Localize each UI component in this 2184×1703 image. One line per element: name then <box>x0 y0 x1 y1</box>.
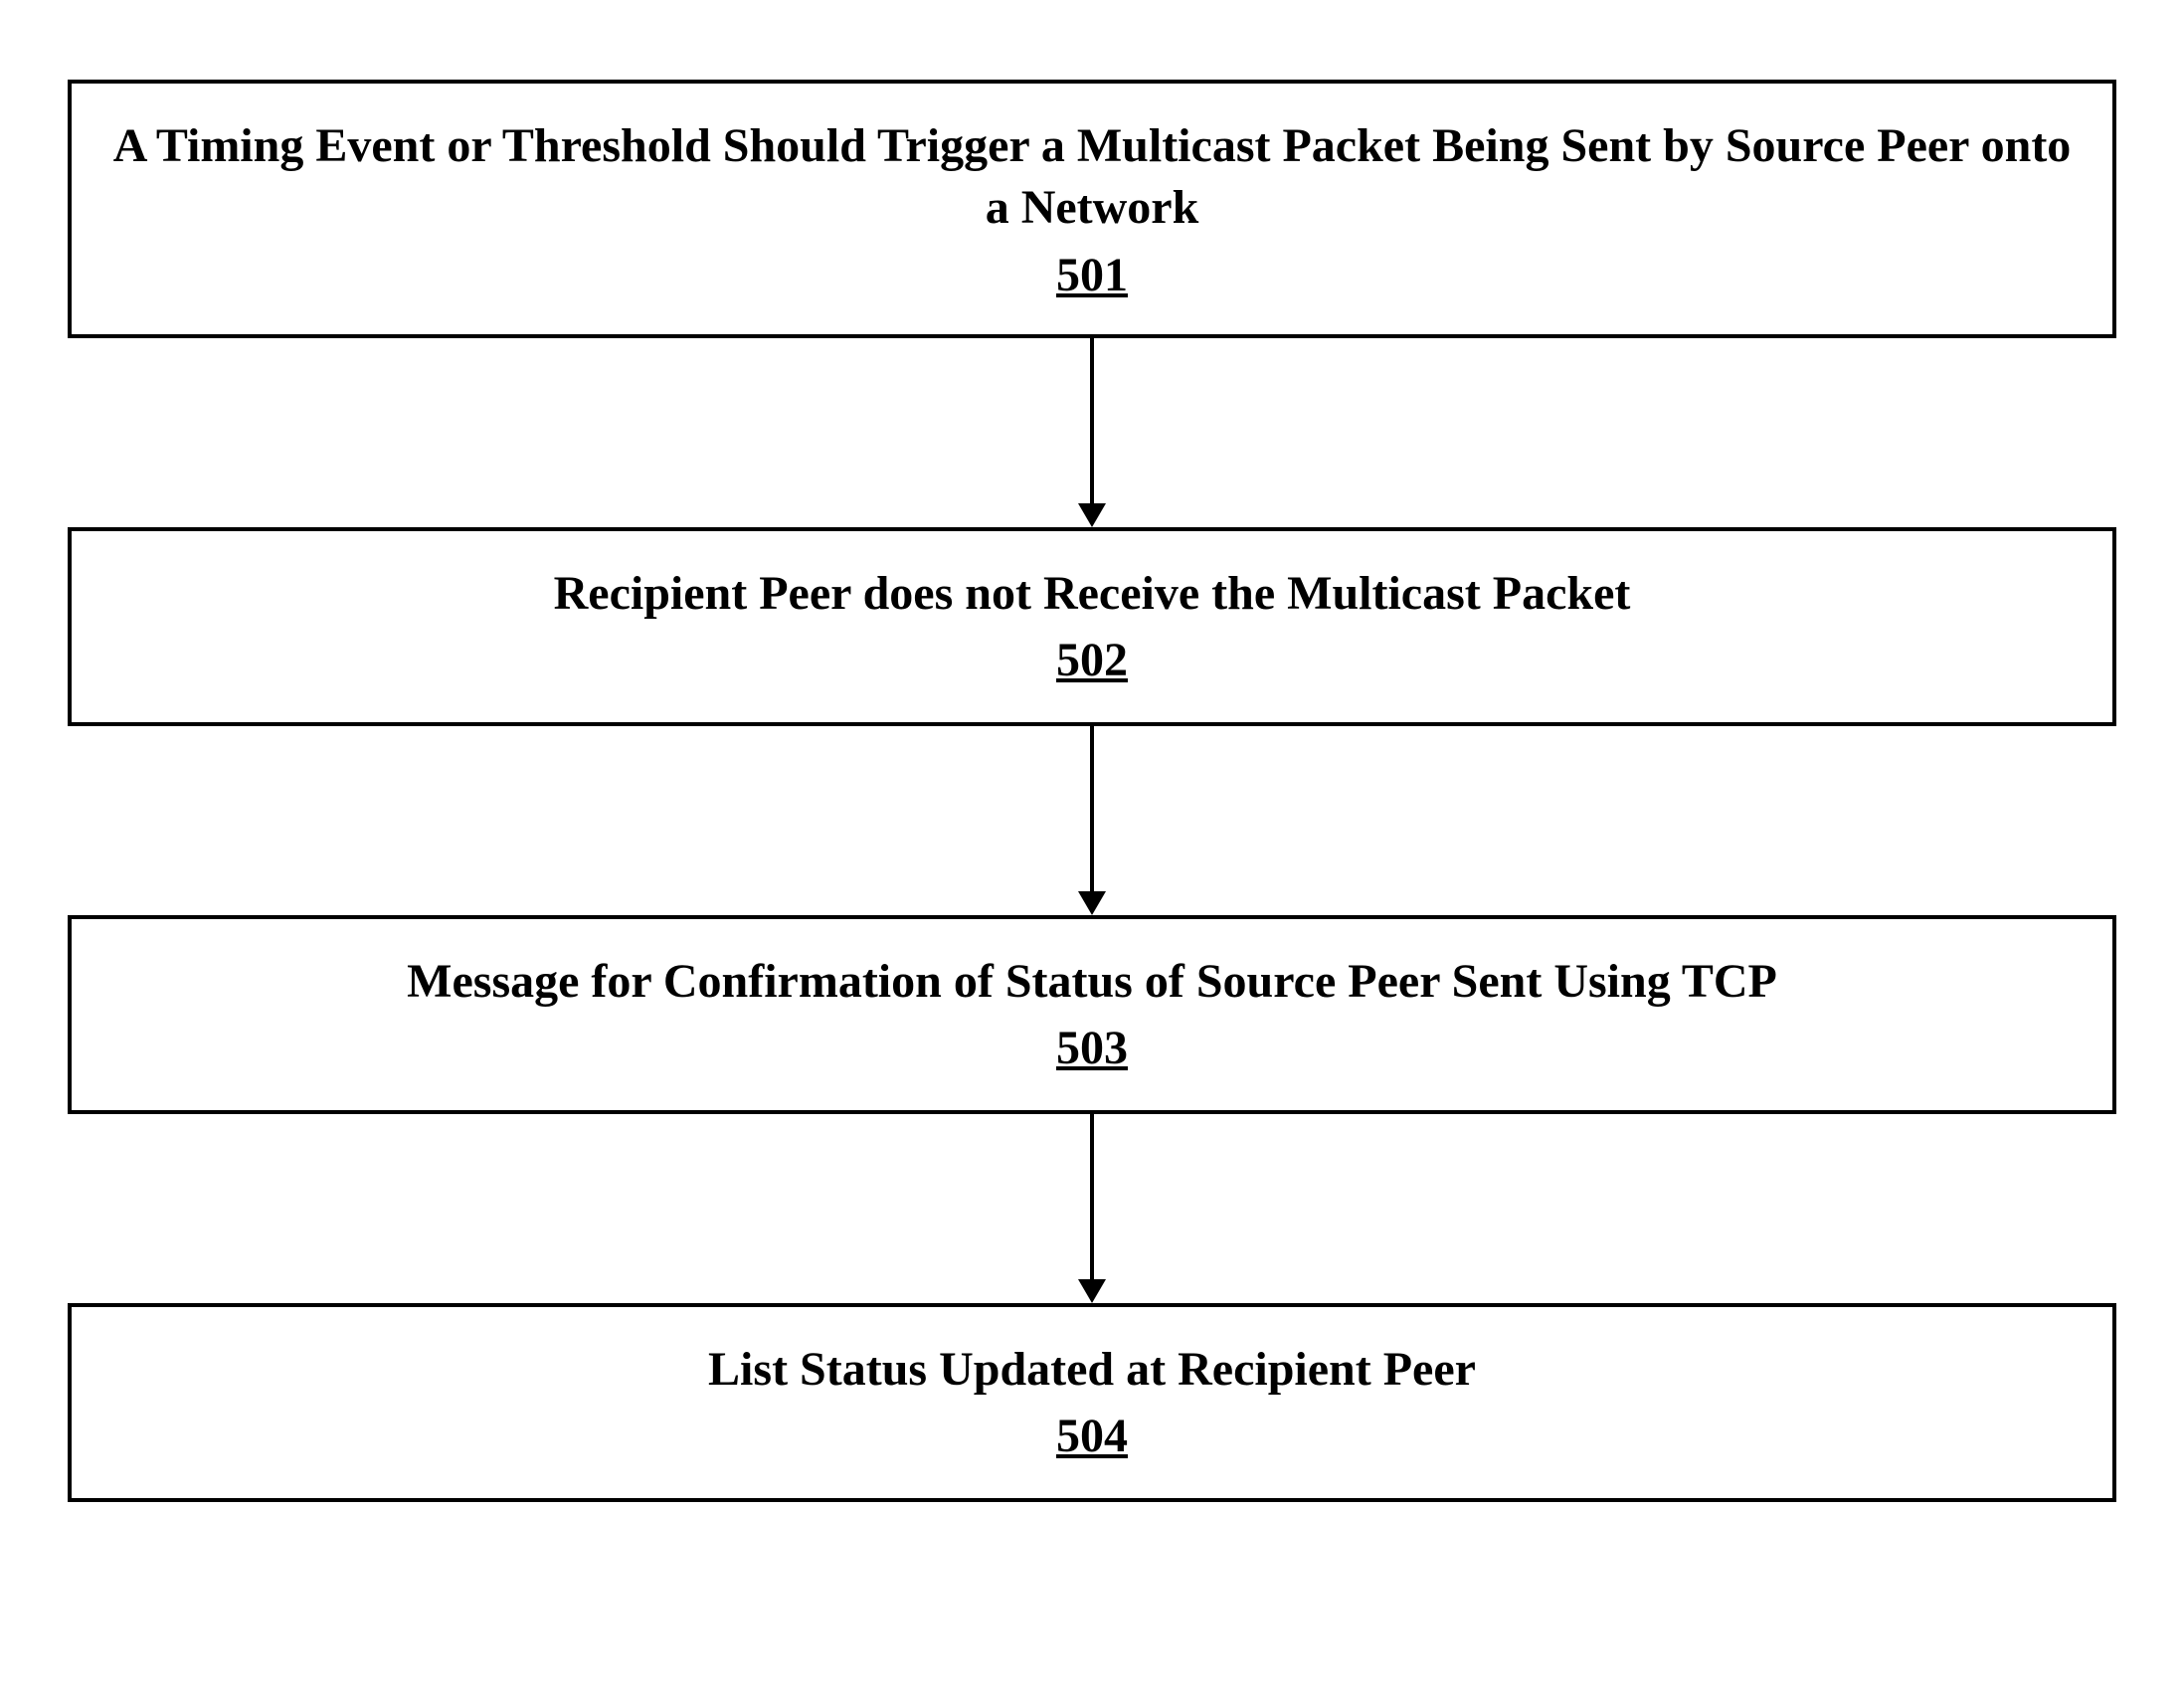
step-number: 503 <box>111 1021 2073 1075</box>
step-number: 501 <box>111 248 2073 302</box>
flowchart-step-503: Message for Confirmation of Status of So… <box>68 915 2116 1114</box>
flowchart-step-501: A Timing Event or Threshold Should Trigg… <box>68 80 2116 338</box>
arrow-down-icon <box>1078 1114 1106 1303</box>
step-number: 504 <box>111 1409 2073 1463</box>
step-text: Message for Confirmation of Status of So… <box>111 951 2073 1013</box>
arrow-down-icon <box>1078 338 1106 527</box>
flowchart-container: A Timing Event or Threshold Should Trigg… <box>68 80 2116 1502</box>
step-text: A Timing Event or Threshold Should Trigg… <box>111 115 2073 240</box>
step-text: Recipient Peer does not Receive the Mult… <box>111 563 2073 625</box>
flowchart-step-504: List Status Updated at Recipient Peer 50… <box>68 1303 2116 1502</box>
step-number: 502 <box>111 633 2073 687</box>
flowchart-step-502: Recipient Peer does not Receive the Mult… <box>68 527 2116 726</box>
step-text: List Status Updated at Recipient Peer <box>111 1339 2073 1401</box>
arrow-down-icon <box>1078 726 1106 915</box>
